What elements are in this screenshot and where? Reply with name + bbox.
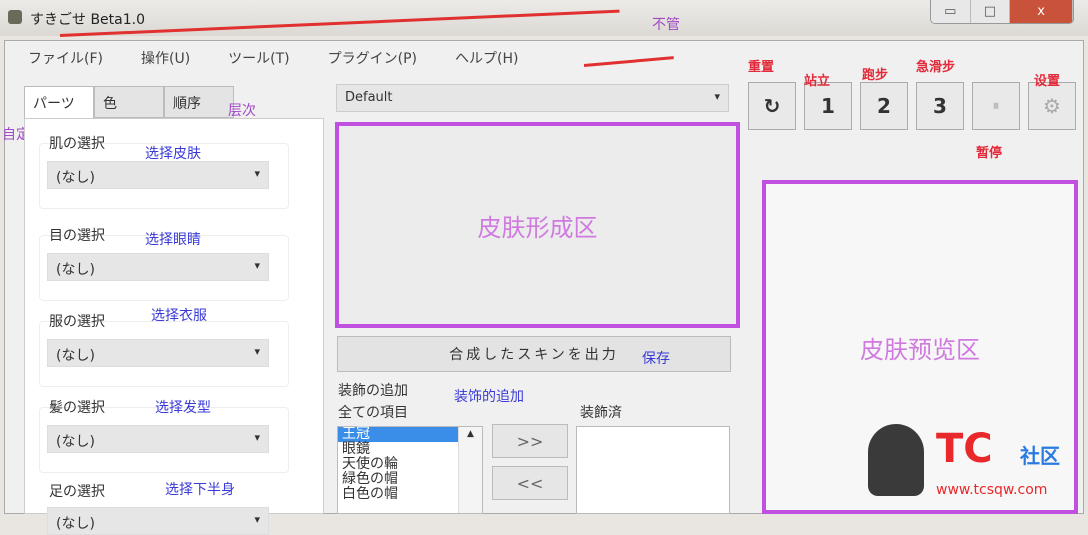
tab-parts[interactable]: パーツ: [24, 86, 94, 120]
settings-button[interactable]: ⚙: [1028, 82, 1076, 130]
tab-color[interactable]: 色: [94, 86, 164, 118]
menu-operation[interactable]: 操作(U): [141, 48, 190, 68]
clothes-select[interactable]: (なし): [47, 339, 269, 367]
maximize-button[interactable]: □: [970, 0, 1011, 23]
window-title: すきごせ Beta1.0: [30, 12, 146, 28]
menu-plugins[interactable]: プラグイン(P): [328, 48, 417, 68]
stand-icon: 1: [821, 94, 835, 118]
reset-button[interactable]: ↻: [748, 82, 796, 130]
tab-order[interactable]: 順序: [164, 86, 234, 118]
tab-bar: パーツ 色 順序: [24, 86, 234, 120]
applied-label: 装飾済: [580, 405, 622, 421]
annotation-deco: 装饰的追加: [454, 389, 524, 405]
mascot-icon: [868, 424, 924, 496]
eyes-label: 目の選択: [49, 228, 105, 244]
reset-icon: ↻: [763, 94, 781, 118]
hair-label: 髪の選択: [49, 400, 105, 416]
legs-note: 选择下半身: [165, 482, 235, 498]
add-decoration-button[interactable]: >>: [492, 424, 568, 458]
decoration-title: 装飾の追加: [338, 383, 408, 399]
export-label: 合成したスキンを出力: [449, 347, 619, 363]
eyes-note: 选择眼睛: [145, 232, 201, 248]
watermark: TC 社区 www.tcsqw.com: [860, 418, 1080, 508]
annotation-run: 跑步: [862, 68, 889, 83]
slide-button[interactable]: 3: [916, 82, 964, 130]
skin-preset-select[interactable]: Default: [336, 84, 729, 112]
settings-icon: ⚙: [1043, 94, 1061, 118]
skin-label: 肌の選択: [49, 136, 105, 152]
slide-icon: 3: [933, 94, 947, 118]
watermark-url: www.tcsqw.com: [936, 482, 1048, 498]
menu-file[interactable]: ファイル(F): [28, 48, 103, 68]
pause-icon: ⏸: [992, 98, 1000, 114]
watermark-community: 社区: [1020, 444, 1060, 468]
watermark-brand: TC: [936, 426, 993, 472]
close-button[interactable]: x: [1010, 0, 1073, 23]
menu-help[interactable]: ヘルプ(H): [455, 48, 518, 68]
export-skin-button[interactable]: 合成したスキンを出力: [337, 336, 731, 372]
parts-panel: 肌の選択 选择皮肤 (なし) 目の選択 选择眼睛 (なし) 服の選択 选择衣服 …: [24, 118, 324, 535]
run-button[interactable]: 2: [860, 82, 908, 130]
all-items-list[interactable]: 王冠 眼鏡 天使の輪 緑色の帽 白色の帽 ▲: [337, 426, 483, 514]
stand-button[interactable]: 1: [804, 82, 852, 130]
annotation-reset: 重置: [748, 60, 775, 75]
annotation-slide: 急滑步: [916, 60, 956, 75]
annotation-pause: 暂停: [976, 146, 1003, 161]
composite-area-label: 皮肤形成区: [477, 213, 598, 242]
window-controls: ▭ □ x: [930, 0, 1074, 24]
eyes-select[interactable]: (なし): [47, 253, 269, 281]
all-items-label: 全ての項目: [338, 405, 408, 421]
annotation-settings: 设置: [1034, 74, 1061, 89]
pause-button[interactable]: ⏸: [972, 82, 1020, 130]
menu-bar: ファイル(F) 操作(U) ツール(T) プラグイン(P) ヘルプ(H): [28, 48, 518, 68]
hair-note: 选择发型: [155, 400, 211, 416]
menu-tools[interactable]: ツール(T): [228, 48, 289, 68]
annotation-stand: 站立: [804, 74, 831, 89]
annotation-ignore: 不管: [652, 17, 680, 33]
clothes-label: 服の選択: [49, 314, 105, 330]
legs-select[interactable]: (なし): [47, 507, 269, 535]
remove-decoration-button[interactable]: <<: [492, 466, 568, 500]
hair-select[interactable]: (なし): [47, 425, 269, 453]
minimize-button[interactable]: ▭: [931, 0, 971, 23]
preview-area-label: 皮肤预览区: [860, 335, 980, 364]
clothes-note: 选择衣服: [151, 308, 207, 324]
app-icon: [8, 10, 22, 24]
annotation-order: 层次: [228, 103, 256, 119]
list-item[interactable]: 王冠: [338, 427, 458, 442]
composite-area: 皮肤形成区: [335, 122, 740, 328]
annotation-save: 保存: [642, 351, 670, 367]
skin-select[interactable]: (なし): [47, 161, 269, 189]
applied-list[interactable]: [576, 426, 730, 514]
skin-note: 选择皮肤: [145, 146, 201, 162]
legs-label: 足の選択: [49, 484, 105, 500]
scrollbar[interactable]: ▲: [458, 427, 482, 513]
run-icon: 2: [877, 94, 891, 118]
